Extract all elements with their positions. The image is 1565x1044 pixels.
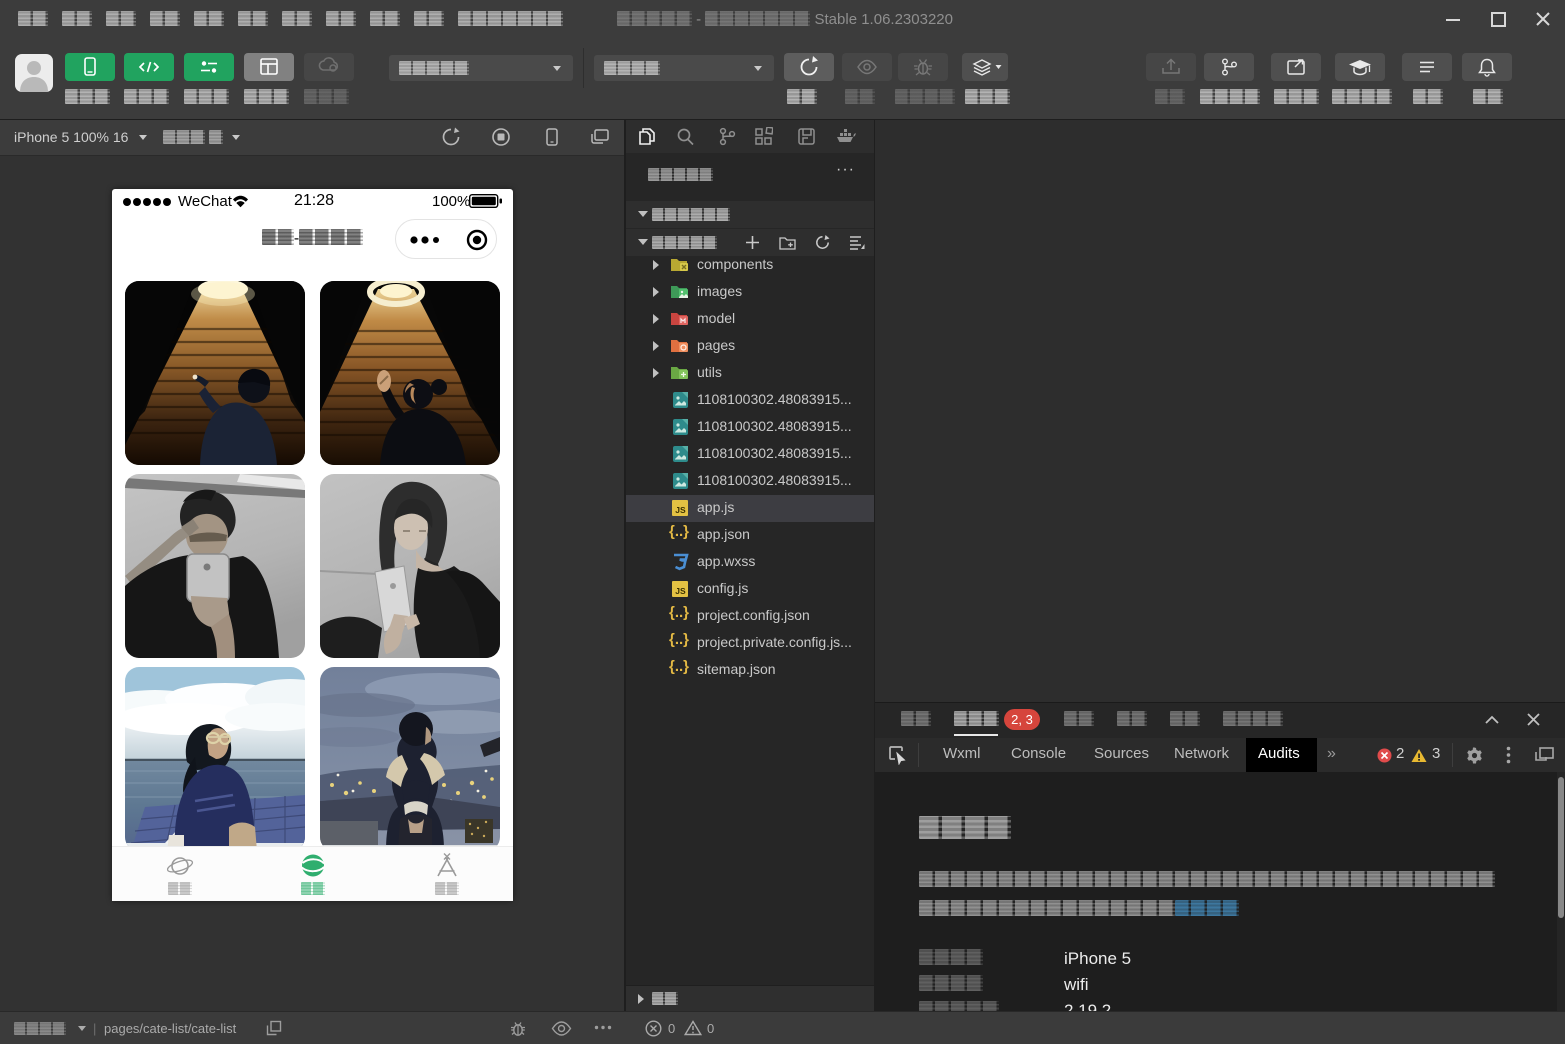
svg-text:JS: JS <box>675 505 686 515</box>
svg-text:JS: JS <box>675 586 686 596</box>
